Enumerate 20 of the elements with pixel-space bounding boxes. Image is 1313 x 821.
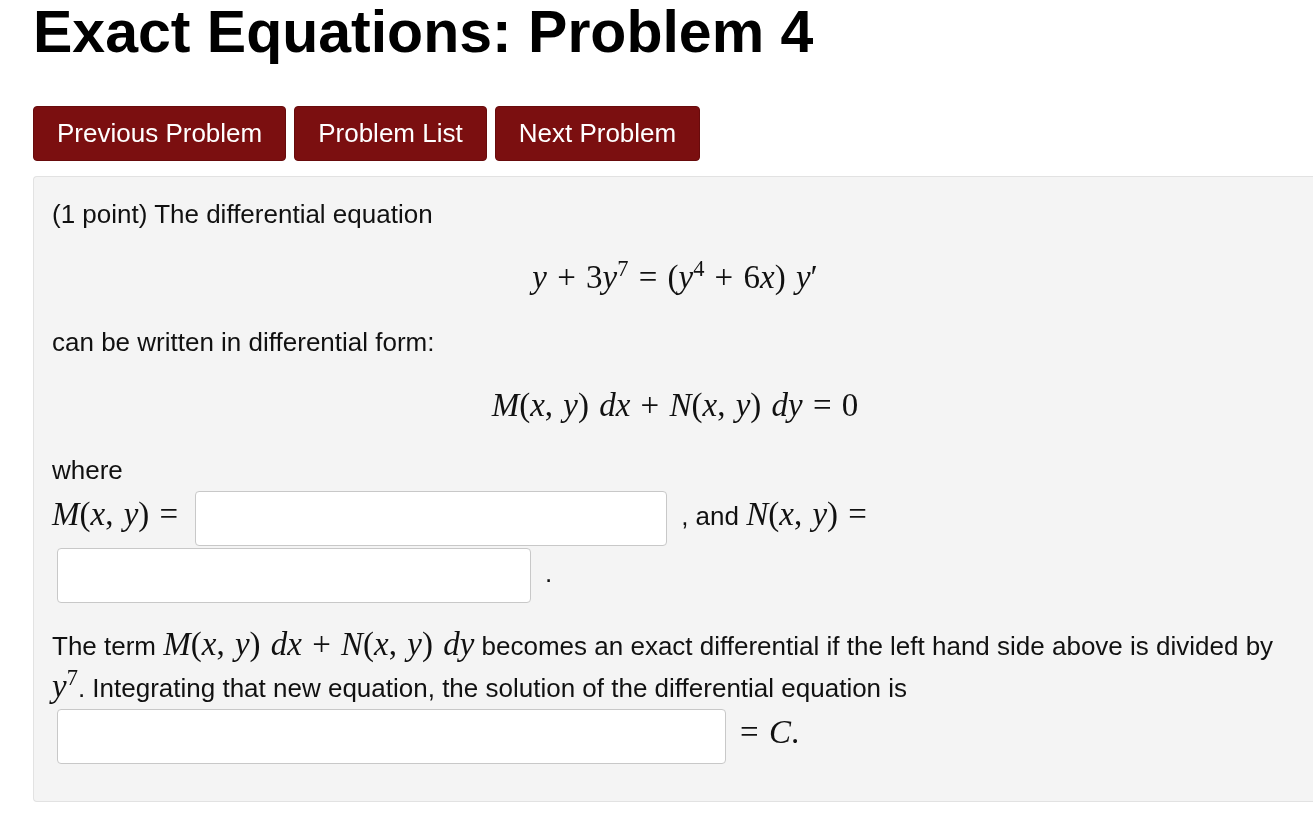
- math-expression: M(x, y) =: [52, 496, 179, 533]
- math-expression: M(x, y) dx + N(x, y) dy: [163, 626, 475, 662]
- answer-field[interactable]: [57, 548, 531, 603]
- problem-text: . Integrating that new equation, the solution of the differential equation is: [77, 673, 908, 703]
- answer-field[interactable]: [195, 491, 668, 546]
- answer-field[interactable]: [57, 709, 726, 764]
- problem-text: , and: [681, 501, 740, 532]
- problem-text: .: [545, 558, 553, 589]
- math-expression: N(x, y) =: [746, 496, 867, 533]
- problem-text: where: [52, 455, 123, 485]
- nav-button[interactable]: Problem List: [294, 106, 487, 161]
- page-title: Exact Equations: Problem 4: [33, 0, 815, 65]
- problem-text: The term: [52, 631, 158, 661]
- problem-text: can be written in differential form:: [52, 327, 435, 357]
- problem-text: (1 point) The differential equation: [52, 199, 433, 229]
- math-expression: = C.: [740, 714, 800, 751]
- nav-button[interactable]: Previous Problem: [33, 106, 287, 161]
- math-equation: M(x, y) dx + N(x, y) dy = 0: [491, 387, 859, 423]
- nav-button[interactable]: Next Problem: [494, 106, 701, 161]
- problem-text: becomes an exact differential if the left hand side above is divided by: [480, 631, 1274, 661]
